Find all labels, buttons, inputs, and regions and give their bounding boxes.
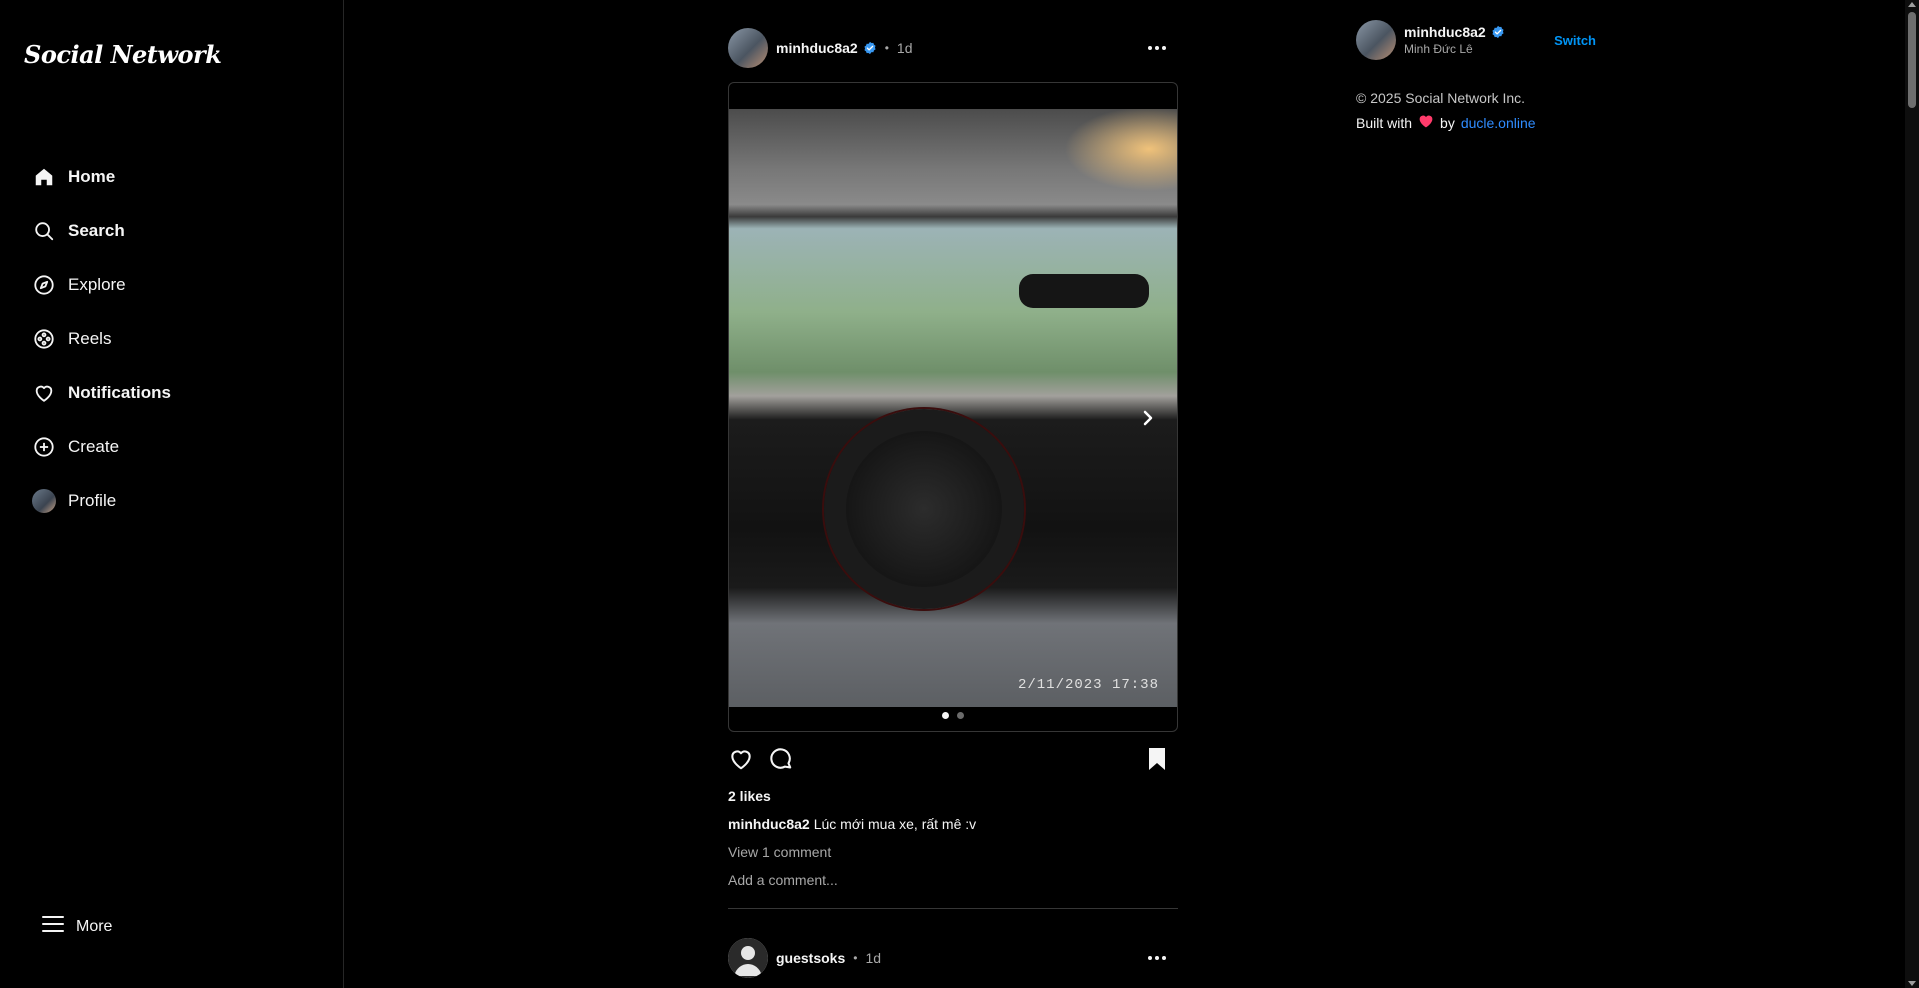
separator: • (853, 951, 858, 965)
caption-text: Lúc mới mua xe, rất mê :v (813, 816, 977, 832)
post-author-avatar[interactable] (728, 28, 768, 68)
more-button[interactable]: More (42, 914, 112, 939)
copyright-text: © 2025 Social Network Inc. (1356, 90, 1526, 106)
photo-detail-mirror (1019, 274, 1149, 308)
sidebar-item-label: Explore (68, 275, 126, 294)
post-time: 1d (865, 950, 882, 966)
carousel-dot[interactable] (957, 712, 964, 719)
home-icon (30, 163, 58, 191)
more-label: More (76, 917, 113, 935)
verified-badge-icon (863, 41, 877, 55)
chevron-right-icon (1143, 410, 1153, 426)
separator: • (884, 41, 889, 55)
user-placeholder-icon (728, 938, 768, 978)
right-panel: minhduc8a2 Minh Đức Lê Switch © 2025 Soc… (1356, 20, 1596, 131)
sidebar: Social Network Home Search Explore Reels (0, 0, 344, 988)
built-with-text: Built with (1356, 114, 1413, 131)
sidebar-item-label: Notifications (68, 383, 171, 402)
heart-icon (30, 379, 58, 407)
app-logo[interactable]: Social Network (24, 40, 222, 69)
sidebar-item-label: Search (68, 221, 125, 240)
like-button[interactable] (728, 746, 754, 772)
caption-username[interactable]: minhduc8a2 (728, 816, 810, 832)
current-account: minhduc8a2 Minh Đức Lê Switch (1356, 20, 1596, 60)
sidebar-item-profile[interactable]: Profile (30, 474, 171, 528)
post-header: minhduc8a2 • 1d (728, 28, 1178, 68)
comment-icon (770, 748, 792, 769)
verified-badge-icon (1491, 25, 1505, 39)
post-media: 2/11/2023 17:38 (728, 82, 1178, 732)
account-username-row: minhduc8a2 (1404, 24, 1505, 40)
post-caption: minhduc8a2 Lúc mới mua xe, rất mê :v (728, 816, 1178, 832)
sidebar-item-notifications[interactable]: Notifications (30, 366, 171, 420)
like-count[interactable]: 2 likes (728, 788, 1178, 804)
view-comments-link[interactable]: View 1 comment (728, 844, 1178, 860)
sidebar-item-label: Home (68, 167, 116, 186)
more-options-icon[interactable] (1148, 956, 1166, 960)
heart-icon (1418, 114, 1434, 131)
post-author-username[interactable]: minhduc8a2 (776, 40, 858, 56)
sidebar-item-create[interactable]: Create (30, 420, 171, 474)
scrollbar-thumb[interactable] (1908, 12, 1916, 108)
bookmark-icon (1149, 748, 1165, 770)
carousel-dot[interactable] (942, 712, 949, 719)
more-options-icon[interactable] (1148, 46, 1166, 50)
post-photo: 2/11/2023 17:38 (729, 109, 1177, 707)
scrollbar[interactable] (1905, 0, 1919, 988)
reels-icon (30, 325, 58, 353)
comment-button[interactable] (768, 746, 794, 772)
sidebar-item-label: Reels (68, 329, 112, 348)
feed-post-next: guestsoks • 1d (728, 938, 1178, 978)
sidebar-item-label: Profile (68, 491, 117, 510)
feed-post: minhduc8a2 • 1d 2/11/2023 17:38 2 likes (728, 28, 1178, 909)
sidebar-item-search[interactable]: Search (30, 204, 171, 258)
photo-detail-wheel (824, 409, 1024, 609)
plus-circle-icon (30, 433, 58, 461)
carousel-next-button[interactable] (1135, 405, 1161, 431)
by-text: by (1440, 114, 1455, 131)
site-link[interactable]: ducle.online (1461, 115, 1536, 131)
sidebar-item-explore[interactable]: Explore (30, 258, 171, 312)
scroll-down-arrow-icon[interactable] (1908, 981, 1916, 986)
add-comment-input[interactable] (728, 872, 1028, 888)
account-full-name: Minh Đức Lê (1404, 42, 1473, 56)
post-time: 1d (896, 40, 913, 56)
post-actions (728, 744, 1178, 774)
sidebar-nav: Home Search Explore Reels Notifications (30, 150, 171, 528)
save-button[interactable] (1146, 747, 1168, 771)
post-divider (728, 908, 1178, 909)
switch-account-button[interactable]: Switch (1554, 33, 1596, 48)
sidebar-item-home[interactable]: Home (30, 150, 171, 204)
avatar[interactable] (1356, 20, 1396, 60)
avatar (30, 487, 58, 515)
built-with-line: Built with by ducle.online (1356, 114, 1596, 131)
carousel-indicator (729, 712, 1177, 719)
heart-icon (731, 750, 751, 770)
sidebar-item-label: Create (68, 437, 120, 456)
menu-icon (42, 914, 64, 939)
post-author-username[interactable]: guestsoks (776, 950, 845, 966)
scroll-up-arrow-icon[interactable] (1908, 2, 1916, 7)
photo-timestamp: 2/11/2023 17:38 (1017, 677, 1159, 693)
sidebar-item-reels[interactable]: Reels (30, 312, 171, 366)
post-header: guestsoks • 1d (728, 938, 1178, 978)
account-username[interactable]: minhduc8a2 (1404, 24, 1486, 40)
post-author-avatar[interactable] (728, 938, 768, 978)
account-names: minhduc8a2 Minh Đức Lê (1404, 24, 1505, 56)
search-icon (30, 217, 58, 245)
compass-icon (30, 271, 58, 299)
